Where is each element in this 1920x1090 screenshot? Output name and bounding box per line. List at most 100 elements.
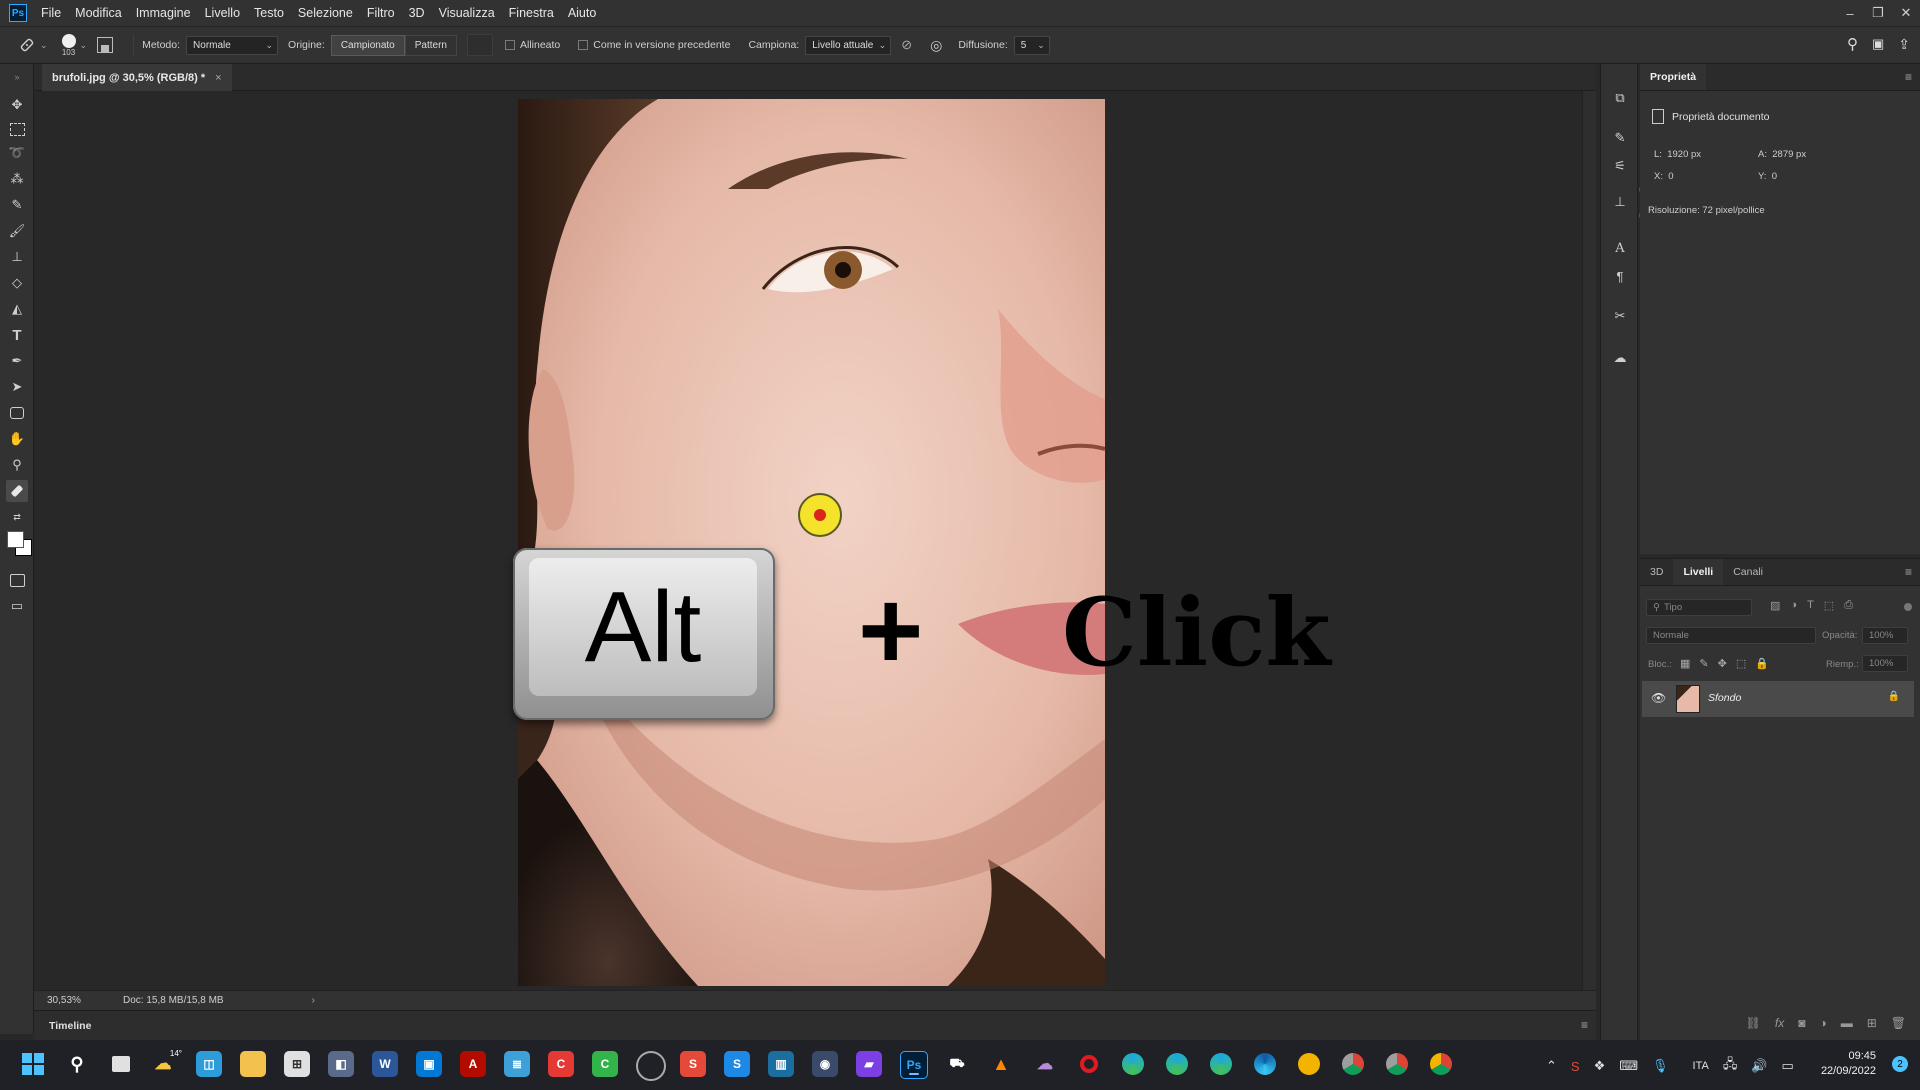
allineato-checkbox[interactable] (504, 40, 515, 50)
app-icon[interactable]: C (548, 1051, 574, 1077)
menu-3d[interactable]: 3D (409, 6, 425, 20)
fx-icon[interactable]: fx (1775, 1016, 1784, 1030)
lock-image-icon[interactable]: ✎ (1699, 657, 1708, 670)
opera-icon[interactable] (1076, 1051, 1102, 1077)
restore-button[interactable]: ❐ (1864, 0, 1892, 26)
tab-3d[interactable]: 3D (1640, 559, 1673, 585)
new-group-icon[interactable]: ▬ (1841, 1016, 1853, 1030)
keyboard-icon[interactable]: ⌨ (1619, 1058, 1638, 1074)
eyedropper-tool-icon[interactable]: ✎ (6, 194, 28, 216)
brush-preset-picker[interactable]: 103 (61, 33, 76, 57)
app-icon[interactable]: ◫ (196, 1051, 222, 1077)
language-indicator[interactable]: ITA (1693, 1060, 1709, 1072)
screen-mode-icon[interactable]: ▭ (6, 595, 28, 617)
layer-row-sfondo[interactable]: 👁 Sfondo 🔒 (1642, 681, 1914, 717)
visibility-eye-icon[interactable]: 👁 (1651, 691, 1666, 705)
new-layer-icon[interactable]: ⊞ (1867, 1016, 1877, 1030)
vlc-icon[interactable]: ▲ (988, 1051, 1014, 1077)
show-hidden-icons-icon[interactable]: ⌃ (1546, 1058, 1557, 1074)
close-window-button[interactable]: ✕ (1892, 0, 1920, 26)
add-mask-icon[interactable]: ◙ (1798, 1016, 1805, 1030)
menu-aiuto[interactable]: Aiuto (568, 6, 597, 20)
pattern-picker[interactable] (466, 34, 493, 56)
eraser-tool-icon[interactable]: ◇ (6, 272, 28, 294)
menu-testo[interactable]: Testo (254, 6, 284, 20)
pen-tool-icon[interactable]: ✒ (6, 350, 28, 372)
opacity-field[interactable]: 100% (1862, 627, 1908, 644)
shape-tool-icon[interactable] (6, 402, 28, 424)
clock[interactable]: 09:45 22/09/2022 (1821, 1049, 1876, 1079)
windows-start-icon[interactable] (20, 1051, 46, 1077)
layer-filter-select[interactable]: ⚲ Tipo (1646, 599, 1752, 616)
brush-tool-icon[interactable]: 🖌 (6, 220, 28, 242)
network-icon[interactable]: 🖧 (1723, 1055, 1738, 1077)
delete-layer-icon[interactable]: 🗑 (1891, 1016, 1906, 1030)
precedente-checkbox[interactable] (578, 40, 589, 50)
menu-selezione[interactable]: Selezione (298, 6, 353, 20)
tab-canali[interactable]: Canali (1723, 559, 1773, 585)
swap-colors-icon[interactable]: ⇄ (6, 510, 28, 524)
lock-transparent-icon[interactable]: ▦ (1680, 657, 1690, 670)
menu-modifica[interactable]: Modifica (75, 6, 122, 20)
stamp-tool-icon[interactable]: ⊥ (6, 246, 28, 268)
lasso-tool-icon[interactable]: ➰ (6, 142, 28, 164)
path-selection-tool-icon[interactable]: ➤ (6, 376, 28, 398)
document-tab[interactable]: brufoli.jpg @ 30,5% (RGB/8) * × (42, 64, 232, 91)
panel-menu-icon[interactable]: ≡ (1905, 70, 1912, 84)
chrome-dev-icon[interactable] (1340, 1051, 1366, 1077)
history-panel-icon[interactable]: ⧉ (1610, 88, 1630, 108)
search-icon[interactable]: ⚲ (1847, 35, 1858, 53)
quick-mask-icon[interactable] (6, 569, 28, 591)
search-icon[interactable]: ⚲ (64, 1051, 90, 1077)
width-field[interactable]: L: 1920 px (1654, 149, 1701, 160)
lock-position-icon[interactable]: ✥ (1718, 657, 1727, 670)
store-icon[interactable]: ⊞ (284, 1051, 310, 1077)
menu-livello[interactable]: Livello (205, 6, 240, 20)
clipchamp-icon[interactable]: ▰ (856, 1051, 882, 1077)
brush-chevron-icon[interactable]: ⌄ (80, 40, 88, 51)
panel-menu-icon[interactable]: ≡ (1905, 565, 1912, 579)
document-image[interactable] (518, 99, 1105, 986)
chrome-icon[interactable] (1428, 1051, 1454, 1077)
paragraph-panel-icon[interactable]: ¶ (1610, 266, 1630, 286)
lock-artboard-icon[interactable]: ⬚ (1736, 657, 1746, 670)
origine-pattern-button[interactable]: Pattern (404, 34, 457, 56)
metodo-select[interactable]: Normale ⌄ (186, 35, 279, 55)
davinci-icon[interactable]: ◉ (812, 1051, 838, 1077)
hand-tool-icon[interactable]: ✋ (6, 428, 28, 450)
app-icon[interactable]: ☁ (1032, 1051, 1058, 1077)
tools-preset-panel-icon[interactable]: ✂ (1610, 306, 1630, 326)
filter-toggle[interactable] (1904, 603, 1912, 611)
blend-mode-select[interactable]: Normale (1646, 627, 1816, 644)
chrome-beta-icon[interactable] (1384, 1051, 1410, 1077)
properties-panel-icon[interactable]: ⊥ (1610, 192, 1630, 212)
ignore-adjustment-layers-icon[interactable]: ⊘ (901, 37, 912, 53)
timeline-tab[interactable]: Timeline (49, 1020, 91, 1032)
app-icon[interactable]: ⛟ (944, 1051, 970, 1077)
edge-dev-icon[interactable] (1164, 1051, 1190, 1077)
collapse-toolbar-icon[interactable]: » (6, 72, 28, 82)
fill-field[interactable]: 100% (1862, 655, 1908, 672)
tab-proprieta[interactable]: Proprietà (1640, 64, 1707, 90)
pressure-size-icon[interactable]: ◎ (930, 37, 942, 54)
app-icon[interactable] (636, 1051, 666, 1081)
notes-icon[interactable]: ≣ (504, 1051, 530, 1077)
menu-filtro[interactable]: Filtro (367, 6, 395, 20)
app-icon[interactable]: S (724, 1051, 750, 1077)
notification-badge[interactable]: 2 (1892, 1056, 1908, 1072)
diffusione-select[interactable]: 5 ⌄ (1013, 35, 1050, 55)
app-icon[interactable]: C (592, 1051, 618, 1077)
healing-brush-tool-icon[interactable] (14, 32, 40, 58)
type-filter-icon[interactable]: T (1807, 599, 1814, 612)
minimize-button[interactable]: – (1836, 0, 1864, 26)
height-field[interactable]: A: 2879 px (1758, 149, 1806, 160)
layer-name[interactable]: Sfondo (1708, 692, 1741, 704)
workspace-icon[interactable]: ▣ (1872, 36, 1884, 52)
menu-immagine[interactable]: Immagine (136, 6, 191, 20)
zoom-level[interactable]: 30,53% (47, 995, 109, 1006)
new-adjustment-icon[interactable]: ◑ (1819, 1016, 1826, 1030)
volume-icon[interactable]: 🔊 (1751, 1058, 1767, 1074)
acrobat-icon[interactable]: A (460, 1051, 486, 1077)
marquee-tool-icon[interactable] (6, 118, 28, 140)
vertical-scrollbar[interactable] (1582, 91, 1596, 990)
